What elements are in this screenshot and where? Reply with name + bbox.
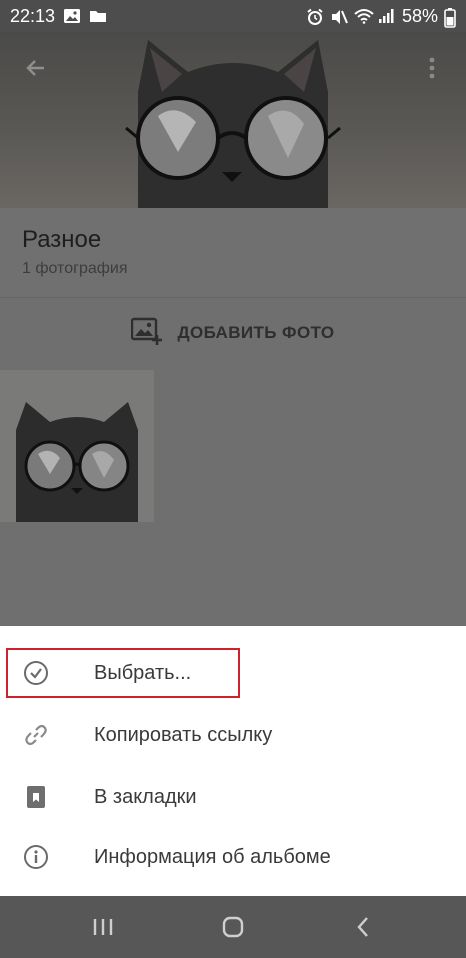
mute-icon: [330, 8, 348, 24]
folder-icon: [89, 8, 107, 24]
home-button[interactable]: [218, 912, 248, 942]
battery-level: 58%: [401, 5, 438, 26]
menu-item-select[interactable]: Выбрать...: [0, 642, 466, 704]
image-icon: [63, 8, 81, 24]
menu-item-album-info[interactable]: Информация об альбоме: [0, 826, 466, 888]
alarm-icon: [306, 8, 324, 25]
album-photo-count: 1 фотография: [22, 260, 128, 277]
menu-item-label: В закладки: [94, 785, 197, 808]
recent-apps-button[interactable]: [88, 912, 118, 942]
status-time: 22:13: [10, 5, 56, 26]
nav-back-button[interactable]: [348, 912, 378, 942]
recent-apps-icon: [93, 919, 113, 935]
back-icon: [357, 917, 368, 937]
album-title: Разное: [22, 226, 102, 253]
photo-grid: [0, 368, 466, 626]
system-nav-bar: [0, 896, 466, 958]
menu-item-label: Выбрать...: [94, 661, 192, 684]
status-bar: 22:13 58%: [0, 0, 466, 32]
add-photo-button[interactable]: ДОБАВИТЬ ФОТО: [0, 298, 466, 368]
check-circle-icon: [22, 659, 50, 687]
album-cover-header: [0, 32, 466, 208]
info-icon: [22, 843, 50, 871]
link-icon: [22, 721, 50, 749]
add-photo-icon: [131, 317, 163, 350]
signal-icon: [378, 8, 396, 24]
arrow-left-icon: [26, 60, 44, 76]
album-info: Разное 1 фотография: [0, 208, 466, 298]
album-cover-image: [125, 40, 341, 208]
more-options-button[interactable]: [414, 50, 450, 86]
menu-item-label: Информация об альбоме: [94, 845, 331, 868]
wifi-icon: [354, 8, 374, 24]
home-icon: [222, 916, 244, 938]
bottom-sheet-menu: Выбрать... Копировать ссылку В закладки …: [0, 626, 466, 896]
battery-icon: [444, 8, 456, 28]
back-button[interactable]: [18, 50, 54, 86]
app-screen: 22:13 58% Разное 1 фотография ДОБАВИТЬ Ф…: [0, 0, 466, 958]
more-vertical-icon: [429, 57, 435, 79]
menu-item-bookmark[interactable]: В закладки: [0, 766, 466, 828]
menu-item-copy-link[interactable]: Копировать ссылку: [0, 704, 466, 766]
photo-thumbnail[interactable]: [0, 370, 154, 522]
menu-item-label: Копировать ссылку: [94, 723, 273, 746]
bookmark-icon: [22, 783, 50, 811]
add-photo-label: ДОБАВИТЬ ФОТО: [177, 323, 335, 342]
